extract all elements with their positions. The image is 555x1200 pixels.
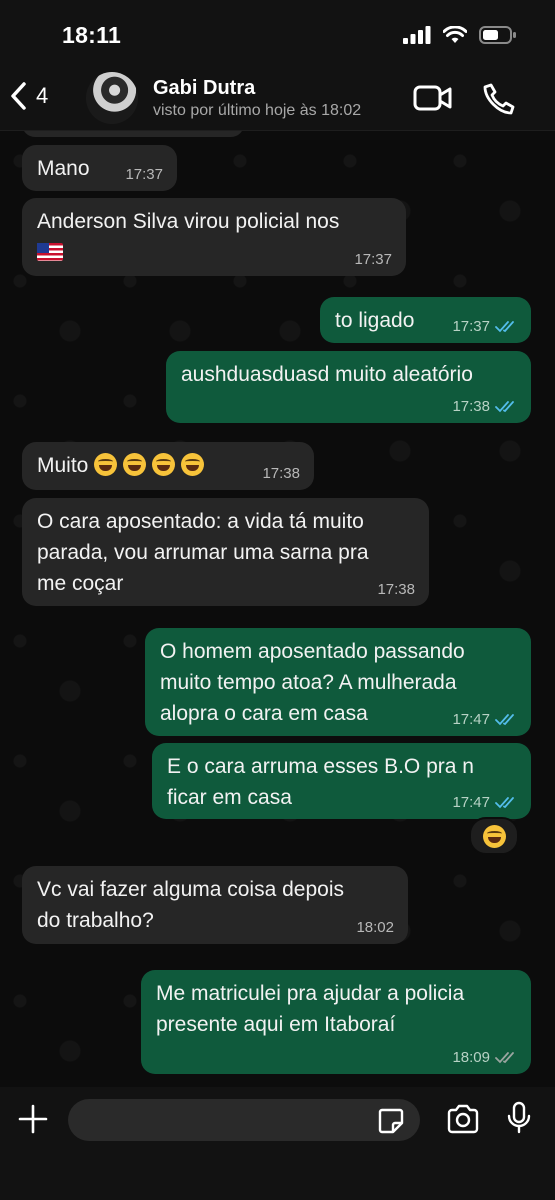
message-time: 18:02 — [356, 919, 394, 936]
message-bubble-incoming[interactable]: Muito 17:38 — [22, 442, 314, 490]
input-bar — [0, 1087, 555, 1200]
signal-icon — [403, 26, 431, 44]
chat-header: 4 Gabi Dutra visto por último hoje às 18… — [0, 66, 555, 131]
message-bubble-outgoing[interactable]: to ligado 17:37 — [320, 297, 531, 343]
message-meta: 17:38 — [377, 581, 415, 599]
message-meta: 17:37 — [354, 251, 392, 269]
joy-emoji — [482, 824, 506, 848]
message-text: Vc vai fazer alguma coisa depois do trab… — [37, 878, 344, 932]
rofl-emoji — [152, 453, 176, 476]
message-bubble-partial[interactable] — [22, 131, 244, 137]
microphone-icon[interactable] — [506, 1101, 532, 1135]
rofl-emoji — [94, 453, 118, 476]
message-text: Me matriculei pra ajudar a policia prese… — [156, 982, 465, 1036]
message-time: 17:37 — [354, 251, 392, 268]
wifi-icon — [443, 26, 467, 43]
message-time: 17:38 — [262, 465, 300, 482]
message-meta: 17:47 — [452, 794, 517, 812]
read-ticks-icon — [495, 401, 514, 413]
status-time: 18:11 — [62, 22, 122, 48]
message-text: Anderson Silva virou policial nos — [37, 206, 394, 268]
message-reaction[interactable] — [469, 817, 519, 855]
phone-call-icon[interactable] — [482, 82, 516, 116]
message-meta: 17:37 — [452, 318, 517, 336]
plus-icon[interactable] — [18, 1104, 48, 1134]
status-icons — [403, 26, 517, 44]
message-text: O cara aposentado: a vida tá muito parad… — [37, 510, 369, 595]
unread-count: 4 — [36, 83, 49, 108]
message-bubble-incoming[interactable]: Vc vai fazer alguma coisa depois do trab… — [22, 866, 408, 944]
message-bubble-outgoing[interactable]: E o cara arruma esses B.O pra n ficar em… — [152, 743, 531, 819]
message-time: 17:37 — [125, 166, 163, 183]
chevron-left-icon — [11, 82, 26, 110]
message-meta: 17:38 — [452, 398, 517, 416]
avatar[interactable] — [86, 72, 138, 124]
delivered-ticks-icon — [495, 1052, 514, 1064]
message-bubble-outgoing[interactable]: aushduasduasd muito aleatório 17:38 — [166, 351, 531, 423]
message-text-content: Anderson Silva virou policial nos — [37, 210, 340, 233]
message-meta: 17:38 — [262, 465, 300, 483]
sticker-icon[interactable] — [377, 1107, 405, 1135]
message-text: aushduasduasd muito aleatório — [181, 363, 473, 386]
message-bubble-incoming[interactable]: O cara aposentado: a vida tá muito parad… — [22, 498, 429, 606]
message-bubble-incoming[interactable]: Mano 17:37 — [22, 145, 177, 191]
read-ticks-icon — [495, 321, 514, 333]
contact-last-seen: visto por último hoje às 18:02 — [153, 102, 362, 119]
message-bubble-outgoing[interactable]: Me matriculei pra ajudar a policia prese… — [141, 970, 531, 1074]
camera-icon[interactable] — [446, 1104, 480, 1134]
message-time: 17:37 — [452, 318, 490, 335]
contact-name[interactable]: Gabi Dutra — [153, 77, 255, 100]
message-text-content: Muito — [37, 454, 89, 477]
message-time: 17:38 — [452, 398, 490, 415]
message-time: 17:38 — [377, 581, 415, 598]
message-bubble-incoming[interactable]: Anderson Silva virou policial nos 17:37 — [22, 198, 406, 276]
message-time: 17:47 — [452, 794, 490, 811]
message-bubble-outgoing[interactable]: O homem aposentado passando muito tempo … — [145, 628, 531, 736]
read-ticks-icon — [495, 714, 514, 726]
message-time: 17:47 — [452, 711, 490, 728]
rofl-emoji — [181, 453, 205, 476]
us-flag-emoji — [37, 243, 63, 261]
message-input[interactable] — [68, 1099, 420, 1141]
chat-area[interactable]: Mano 17:37 Anderson Silva virou policial… — [0, 131, 555, 1087]
message-meta: 17:37 — [125, 166, 163, 184]
message-meta: 17:47 — [452, 711, 517, 729]
rofl-emoji — [123, 453, 147, 476]
video-call-icon[interactable] — [413, 82, 453, 114]
read-ticks-icon — [495, 797, 514, 809]
message-meta: 18:09 — [452, 1049, 517, 1067]
status-bar: 18:11 — [0, 0, 555, 66]
message-meta: 18:02 — [356, 919, 394, 937]
message-time: 18:09 — [452, 1049, 490, 1066]
back-button[interactable]: 4 — [8, 80, 48, 112]
battery-icon — [479, 26, 516, 44]
